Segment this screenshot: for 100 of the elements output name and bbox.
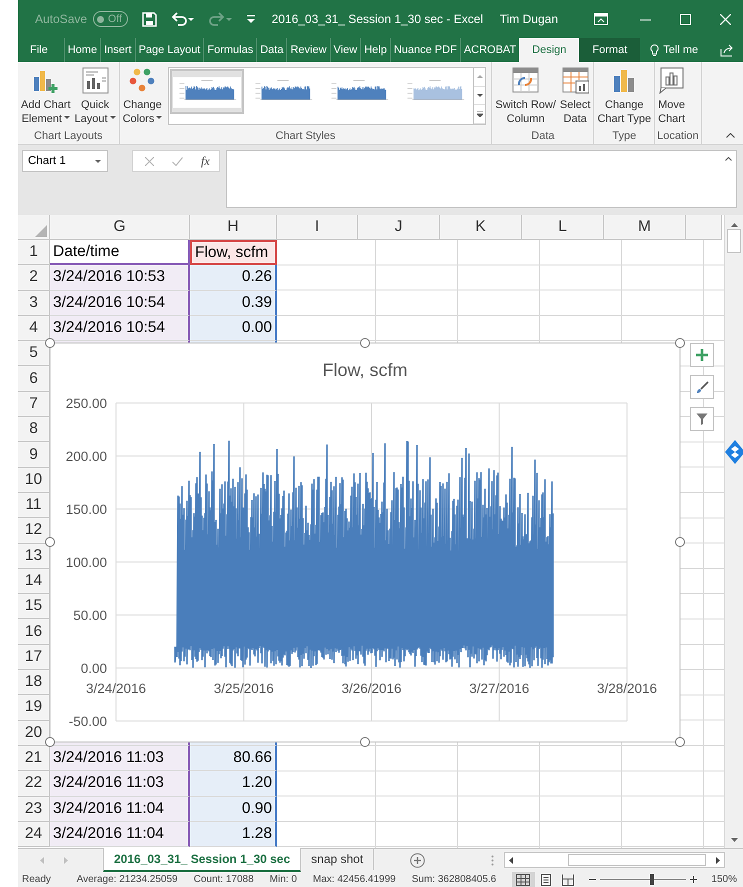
- scrollbar-thumb[interactable]: [727, 229, 741, 253]
- ribbon-button[interactable]: Quick Layout: [74, 65, 117, 128]
- scroll-up-icon[interactable]: [730, 223, 738, 227]
- ribbon-button[interactable]: Change Chart Type: [596, 65, 652, 128]
- autosave-label: AutoSave: [35, 12, 88, 26]
- row-header[interactable]: 24: [18, 822, 50, 848]
- ribbon-tab[interactable]: File: [22, 38, 56, 62]
- group-label: Chart Layouts: [33, 129, 104, 144]
- window-title: 2016_03_31_ Session 1_30 sec - Excel: [270, 12, 484, 26]
- formula-input[interactable]: [226, 150, 737, 208]
- row-header[interactable]: 16: [18, 619, 50, 645]
- lightbulb-icon: [650, 44, 660, 56]
- row-header[interactable]: 5: [18, 341, 50, 366]
- ribbon-button[interactable]: Add Chart Element: [20, 65, 72, 128]
- split-handle-icon[interactable]: [491, 855, 494, 866]
- row-header[interactable]: 9: [18, 442, 50, 468]
- name-box[interactable]: Chart 1: [22, 150, 108, 172]
- row-header[interactable]: 18: [18, 670, 50, 696]
- zoom-in-icon[interactable]: [690, 876, 698, 883]
- save-icon[interactable]: [142, 12, 157, 26]
- scrollbar-thumb[interactable]: [568, 854, 706, 866]
- insert-function-button[interactable]: fx: [201, 154, 210, 168]
- slider-thumb[interactable]: [650, 874, 654, 885]
- row-header[interactable]: 15: [18, 594, 50, 620]
- row-header[interactable]: 20: [18, 720, 50, 746]
- ribbon-button[interactable]: Select Data: [558, 65, 592, 128]
- column-title: Flow, scfm: [190, 240, 277, 266]
- scroll-left-icon[interactable]: [509, 856, 514, 864]
- customize-icon[interactable]: [246, 15, 255, 23]
- chart-styles-button[interactable]: [690, 375, 714, 399]
- row-header[interactable]: 11: [18, 492, 50, 518]
- status-text: Min: 0: [270, 874, 297, 885]
- brush-icon: [696, 380, 708, 394]
- ribbon-button[interactable]: Change Colors: [122, 65, 164, 128]
- row-header[interactable]: 23: [18, 796, 50, 822]
- view-button[interactable]: [512, 872, 535, 887]
- caret-icon: [110, 116, 116, 118]
- axis-label: 50.00: [73, 608, 107, 623]
- scroll-right-icon[interactable]: [716, 856, 720, 864]
- chart-elements-button[interactable]: [690, 343, 714, 367]
- more-icon[interactable]: [476, 111, 483, 118]
- column-header[interactable]: M: [604, 215, 686, 240]
- undo-icon[interactable]: [170, 12, 195, 26]
- row-header[interactable]: 7: [18, 392, 50, 418]
- row-header[interactable]: 13: [18, 544, 50, 569]
- row-header[interactable]: 19: [18, 695, 50, 721]
- row-header[interactable]: 14: [18, 568, 50, 594]
- row-header[interactable]: 4: [18, 316, 50, 342]
- axis-label: 3/24/2016: [86, 681, 146, 696]
- row-header[interactable]: 10: [18, 468, 50, 493]
- add-sheet-icon[interactable]: [410, 853, 426, 868]
- ribbon-tab[interactable]: Format: [579, 38, 640, 62]
- row-header[interactable]: 3: [18, 290, 50, 316]
- scroll-down-icon[interactable]: [730, 838, 738, 842]
- maximize-icon[interactable]: [680, 14, 691, 24]
- group-label: Type: [611, 129, 638, 144]
- row-header[interactable]: 8: [18, 417, 50, 442]
- ribbon-button[interactable]: Switch Row/ Column: [494, 65, 557, 128]
- table-cell: 3/24/2016 10:53: [50, 265, 190, 291]
- axis-label: 0.00: [80, 661, 107, 676]
- expand-icon[interactable]: [725, 157, 732, 161]
- table-cell: 3/24/2016 11:03: [50, 771, 190, 797]
- ribbon-tab[interactable]: Design: [519, 38, 580, 62]
- row-header[interactable]: 12: [18, 518, 50, 544]
- column-header[interactable]: K: [440, 215, 522, 240]
- scroll-up-icon[interactable]: [476, 74, 483, 80]
- table-cell: 3/24/2016 11:04: [50, 822, 190, 848]
- share-icon[interactable]: [720, 44, 734, 56]
- axis-label: 3/25/2016: [214, 681, 274, 696]
- ribbon-display-icon[interactable]: [594, 13, 608, 25]
- row-header[interactable]: 1: [18, 240, 50, 266]
- check-icon[interactable]: [172, 156, 183, 166]
- scroll-down-icon[interactable]: [476, 92, 483, 98]
- column-header[interactable]: H: [190, 215, 277, 240]
- zoom-out-icon[interactable]: [589, 876, 596, 883]
- chart-style-thumbnail[interactable]: [170, 69, 244, 114]
- row-header[interactable]: 2: [18, 265, 50, 291]
- row-header[interactable]: 6: [18, 366, 50, 392]
- status-text: Ready: [22, 874, 52, 885]
- column-header[interactable]: I: [277, 215, 358, 240]
- app-badge-icon: [725, 440, 743, 464]
- close-icon[interactable]: [720, 14, 731, 24]
- page-layout-view-icon: [538, 874, 553, 886]
- chart-filters-button[interactable]: [690, 407, 714, 431]
- tell-me-search[interactable]: Tell me: [650, 38, 698, 62]
- row-header[interactable]: 17: [18, 644, 50, 670]
- caret-icon: [156, 116, 162, 118]
- column-header[interactable]: J: [358, 215, 440, 240]
- column-header[interactable]: L: [522, 215, 604, 240]
- sheet-tab[interactable]: snap shot: [301, 848, 374, 870]
- ribbon-button[interactable]: Move Chart: [657, 65, 686, 128]
- page-break-view-icon: [561, 874, 576, 886]
- column-header[interactable]: G: [50, 215, 190, 240]
- row-header[interactable]: 21: [18, 746, 50, 772]
- line-chart[interactable]: Flow, scfm 250.00 200.00 150.00 100.00 50.00 0.00 -50.00 3/24/2016 3/25/2016 3/26/2016 3/27/2016 3/28/2016: [45, 338, 685, 747]
- sheet-tab[interactable]: 2016_03_31_ Session 1_30 sec: [103, 848, 302, 872]
- status-text: Sum: 362808405.6: [412, 874, 496, 885]
- row-header[interactable]: 22: [18, 771, 50, 797]
- palette-icon: [128, 67, 156, 94]
- collapse-ribbon-icon[interactable]: [726, 133, 735, 138]
